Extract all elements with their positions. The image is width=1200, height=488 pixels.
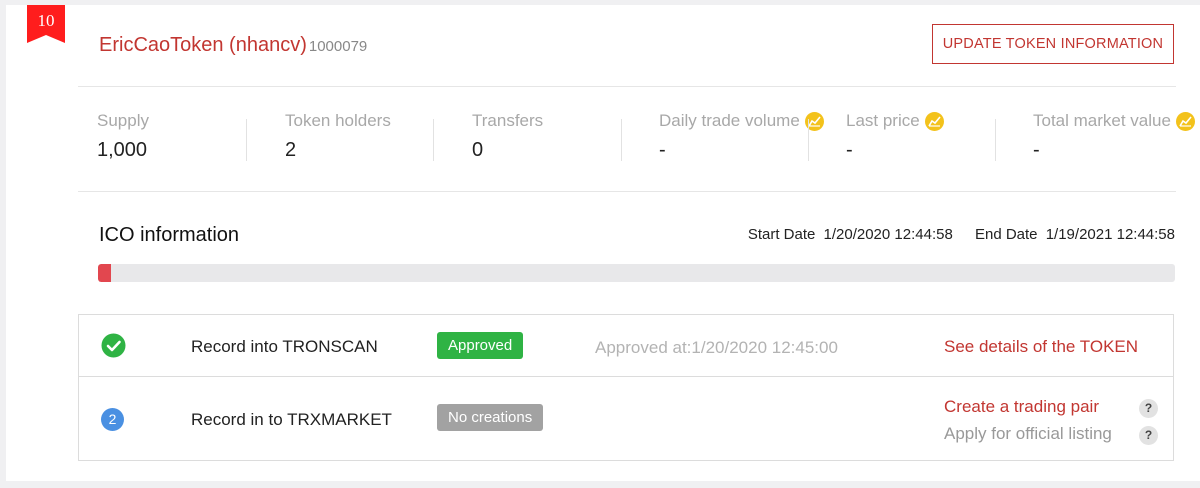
stat-divider xyxy=(621,119,622,161)
approved-status-badge: Approved xyxy=(437,332,524,359)
record-steps-table: Record into TRONSCAN Approved Approved a… xyxy=(78,314,1174,461)
stat-value: - xyxy=(659,139,666,161)
stat-label: Transfers xyxy=(472,111,544,130)
see-token-details-link[interactable]: See details of the TOKEN xyxy=(944,337,1138,357)
stat-divider xyxy=(246,119,247,161)
ico-dates: Start Date 1/20/2020 12:44:58 End Date 1… xyxy=(744,226,1175,243)
rank-ribbon-badge: 10 xyxy=(27,5,65,43)
help-question-icon[interactable]: ? xyxy=(1139,426,1158,445)
stat-divider xyxy=(995,119,996,161)
stat-label: Daily trade volume xyxy=(659,111,800,130)
stat-label: Supply xyxy=(97,111,149,130)
stat-transfers: Transfers 0 xyxy=(472,111,543,162)
token-name: EricCaoToken (nhancv) xyxy=(99,34,307,56)
stat-divider xyxy=(433,119,434,161)
apply-official-listing-link[interactable]: Apply for official listing xyxy=(944,424,1112,444)
start-date-label: Start Date xyxy=(747,226,816,243)
end-date-label: End Date xyxy=(974,226,1038,243)
token-id: 1000079 xyxy=(308,38,368,55)
stat-last-price: Last price - xyxy=(846,111,944,162)
stat-label: Token holders xyxy=(285,111,391,130)
stat-value: 0 xyxy=(472,139,484,161)
stat-divider xyxy=(808,119,809,161)
create-trading-pair-link[interactable]: Create a trading pair xyxy=(944,397,1099,417)
stat-total-market-value: Total market value - xyxy=(1033,111,1195,162)
divider xyxy=(78,86,1176,87)
coin-chart-icon[interactable] xyxy=(924,111,944,131)
approved-at-text: Approved at:1/20/2020 12:45:00 xyxy=(595,338,838,357)
divider xyxy=(78,191,1176,192)
record-label: Record into TRONSCAN xyxy=(191,337,378,356)
stat-label: Last price xyxy=(846,111,920,130)
update-token-information-button[interactable]: UPDATE TOKEN INFORMATION xyxy=(932,24,1174,64)
stat-token-holders: Token holders 2 xyxy=(285,111,391,162)
start-date-value: 1/20/2020 12:44:58 xyxy=(823,226,953,243)
coin-chart-icon[interactable] xyxy=(1175,111,1195,131)
help-question-icon[interactable]: ? xyxy=(1139,399,1158,418)
stat-daily-trade-volume: Daily trade volume - xyxy=(659,111,824,162)
stat-value: 1,000 xyxy=(97,139,148,161)
stat-value: - xyxy=(846,139,853,161)
token-title: EricCaoToken (nhancv) 1000079 xyxy=(99,34,367,57)
ico-progress-bar xyxy=(98,264,1175,282)
record-row-trxmarket: 2 Record in to TRXMARKET No creations Cr… xyxy=(79,376,1173,460)
end-date-value: 1/19/2021 12:44:58 xyxy=(1045,226,1175,243)
ico-progress-fill xyxy=(98,264,111,282)
stat-label: Total market value xyxy=(1033,111,1171,130)
ico-information-heading: ICO information xyxy=(99,224,240,246)
step-number-icon: 2 xyxy=(101,408,124,431)
record-label: Record in to TRXMARKET xyxy=(191,410,392,429)
no-creations-status-badge: No creations xyxy=(437,404,544,431)
stat-value: 2 xyxy=(285,139,297,161)
record-row-tronscan: Record into TRONSCAN Approved Approved a… xyxy=(79,315,1173,377)
stat-value: - xyxy=(1033,139,1040,161)
rank-number: 10 xyxy=(37,11,55,30)
check-circle-icon xyxy=(101,333,126,358)
stat-supply: Supply 1,000 xyxy=(97,111,149,162)
